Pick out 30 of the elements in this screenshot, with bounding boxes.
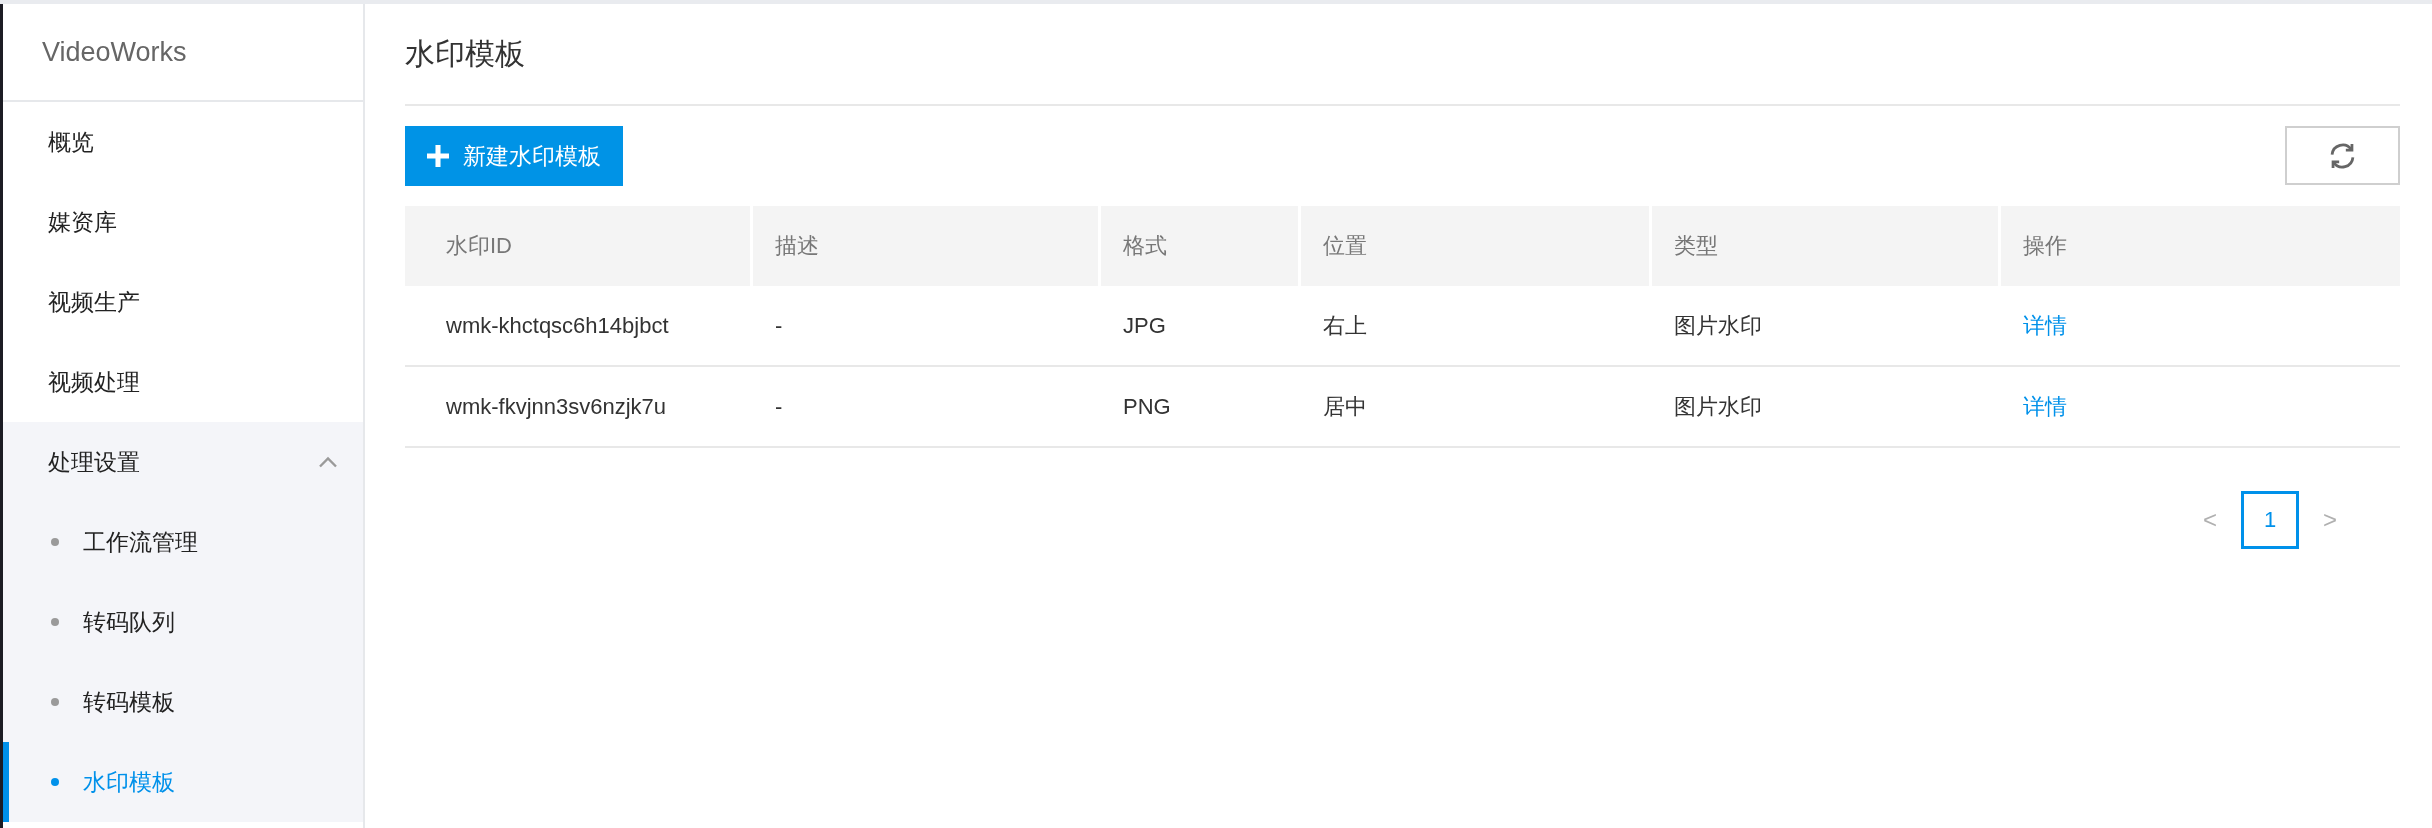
plus-icon [427, 145, 449, 167]
table-cell-text: PNG [1122, 392, 1172, 421]
table-cell-text: 右上 [1322, 311, 1368, 340]
column-header: 操作 [2001, 206, 2400, 286]
nav-subitem[interactable]: 转码队列 [3, 582, 363, 662]
column-header: 位置 [1301, 206, 1652, 286]
dot-icon [51, 538, 59, 546]
table-cell-text: wmk-khctqsc6h14bjbct [445, 311, 670, 340]
column-header: 格式 [1101, 206, 1301, 286]
nav-subitem[interactable]: 转码模板 [3, 662, 363, 742]
dot-icon [51, 698, 59, 706]
dot-icon [51, 618, 59, 626]
column-header: 水印ID [405, 206, 753, 286]
dot-icon [51, 778, 59, 786]
nav-subitem[interactable]: 工作流管理 [3, 502, 363, 582]
column-header: 类型 [1652, 206, 2001, 286]
brand-name: VideoWorks [42, 36, 187, 68]
table-cell-text: JPG [1122, 311, 1167, 340]
table-cell-text: - [774, 311, 784, 340]
nav-group[interactable]: 处理设置 [3, 422, 363, 502]
table-cell-text: wmk-fkvjnn3sv6nzjk7u [445, 392, 668, 421]
page-title: 水印模板 [405, 35, 525, 72]
table-cell-text: 居中 [1322, 392, 1368, 421]
refresh-button[interactable] [2285, 126, 2400, 185]
column-header: 描述 [753, 206, 1101, 286]
table-cell-text: 图片水印 [1673, 311, 1763, 340]
refresh-icon [2330, 141, 2355, 170]
chevron-icon [318, 456, 338, 468]
table-cell-text: - [774, 392, 784, 421]
table-cell-text: 图片水印 [1673, 392, 1763, 421]
